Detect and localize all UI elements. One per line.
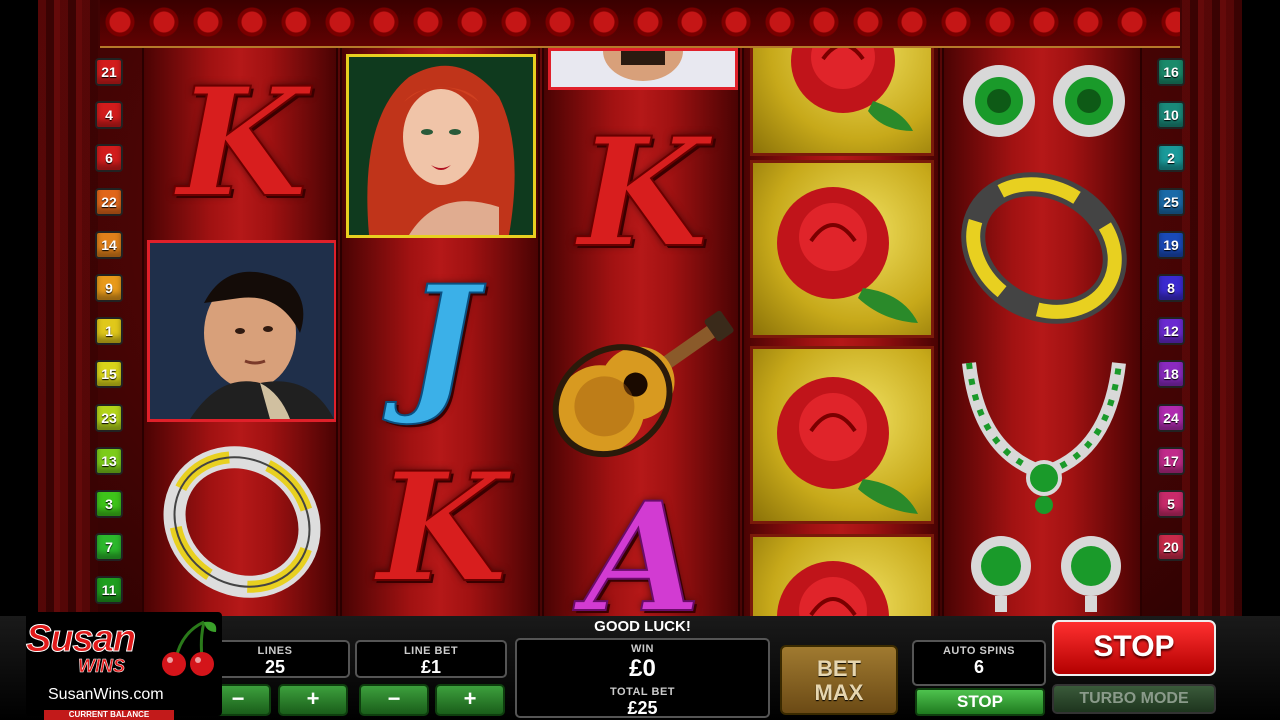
payline-indicator-19: 19 [1157, 230, 1185, 259]
payline-indicator-17: 17 [1157, 446, 1185, 475]
symbol-rose [750, 346, 934, 524]
auto-spins-display: AUTO SPINS 6 [912, 640, 1046, 686]
line-bet-display: LINE BET £1 [355, 640, 507, 678]
symbol-rose [750, 48, 934, 156]
susanwins-logo: Susan WINS SusanWins.com CURRENT BALANCE [25, 612, 222, 720]
bet-max-line1: BET [817, 656, 861, 681]
symbol-tambourine [944, 158, 1140, 338]
line-bet-decrease-button[interactable]: − [359, 684, 429, 716]
auto-spins-stop-button[interactable]: STOP [915, 688, 1045, 716]
current-balance-label: CURRENT BALANCE [44, 710, 174, 720]
logo-brand-line1: Susan [25, 618, 136, 661]
cherries-icon [162, 620, 217, 676]
lines-label: LINES [257, 645, 293, 657]
symbol-tambourine [144, 428, 336, 616]
payline-indicator-7: 7 [95, 533, 123, 562]
symbol-man-portrait-partial [548, 48, 738, 90]
payline-indicator-21: 21 [95, 58, 123, 86]
symbol-k: K [376, 439, 508, 616]
payline-indicator-14: 14 [95, 230, 123, 259]
curtain-left [38, 0, 98, 620]
payline-indicator-10: 10 [1157, 101, 1185, 130]
line-bet-label: LINE BET [403, 645, 459, 657]
symbol-k: K [577, 104, 709, 282]
payline-indicator-20: 20 [1157, 533, 1185, 562]
reel-2: J K [340, 48, 540, 616]
reel-4 [742, 48, 940, 616]
reel-1: K [142, 48, 338, 616]
symbol-guitar [544, 288, 738, 478]
payline-indicator-13: 13 [95, 446, 123, 475]
bet-max-button[interactable]: BET MAX [780, 645, 898, 715]
logo-brand-line2: WINS [78, 656, 126, 677]
payline-indicator-3: 3 [95, 490, 123, 518]
reel-3: K A [542, 48, 740, 616]
payline-indicator-22: 22 [95, 187, 123, 216]
stop-button[interactable]: STOP [1052, 620, 1216, 676]
curtain-right [1182, 0, 1242, 620]
payline-indicator-5: 5 [1157, 490, 1185, 518]
payline-indicator-1: 1 [95, 317, 123, 346]
payline-indicator-11: 11 [95, 576, 123, 605]
symbol-necklace [944, 338, 1140, 528]
symbol-a: A [584, 469, 702, 616]
win-label: WIN [631, 643, 654, 655]
symbol-woman-portrait [346, 54, 536, 238]
symbol-rose [750, 160, 934, 338]
symbol-green-earrings [944, 528, 1140, 616]
line-bet-increase-button[interactable]: + [435, 684, 505, 716]
status-message: GOOD LUCK! [594, 618, 691, 635]
total-bet-value: £25 [627, 698, 658, 718]
reel-5 [942, 48, 1142, 616]
payline-indicator-24: 24 [1157, 403, 1185, 432]
turbo-mode-button[interactable]: TURBO MODE [1052, 684, 1216, 714]
payline-indicator-8: 8 [1157, 274, 1185, 302]
payline-indicator-25: 25 [1157, 187, 1185, 216]
symbol-rose [750, 534, 934, 616]
lines-value: 25 [264, 657, 286, 677]
payline-indicator-16: 16 [1157, 58, 1185, 86]
payline-indicator-18: 18 [1157, 360, 1185, 389]
total-bet-label: TOTAL BET [610, 686, 675, 698]
symbol-man-portrait [147, 240, 336, 422]
bet-max-line2: MAX [814, 680, 864, 705]
symbol-j: J [406, 252, 479, 430]
payline-indicator-12: 12 [1157, 317, 1185, 346]
payline-indicator-6: 6 [95, 144, 123, 173]
win-value: £0 [629, 655, 656, 682]
payline-indicator-15: 15 [95, 360, 123, 389]
auto-spins-label: AUTO SPINS [942, 645, 1016, 657]
line-bet-value: £1 [420, 657, 442, 677]
logo-url: SusanWins.com [48, 686, 164, 703]
symbol-k: K [176, 54, 308, 232]
win-display: WIN £0 TOTAL BET £25 [515, 638, 770, 718]
top-rose-border [100, 0, 1180, 48]
lines-display: LINES 25 [200, 640, 350, 678]
lines-increase-button[interactable]: + [278, 684, 348, 716]
symbol-green-earrings [944, 48, 1140, 158]
payline-indicator-23: 23 [95, 403, 123, 432]
payline-indicator-2: 2 [1157, 144, 1185, 173]
auto-spins-value: 6 [973, 657, 984, 677]
payline-indicator-9: 9 [95, 274, 123, 302]
payline-indicator-4: 4 [95, 101, 123, 130]
